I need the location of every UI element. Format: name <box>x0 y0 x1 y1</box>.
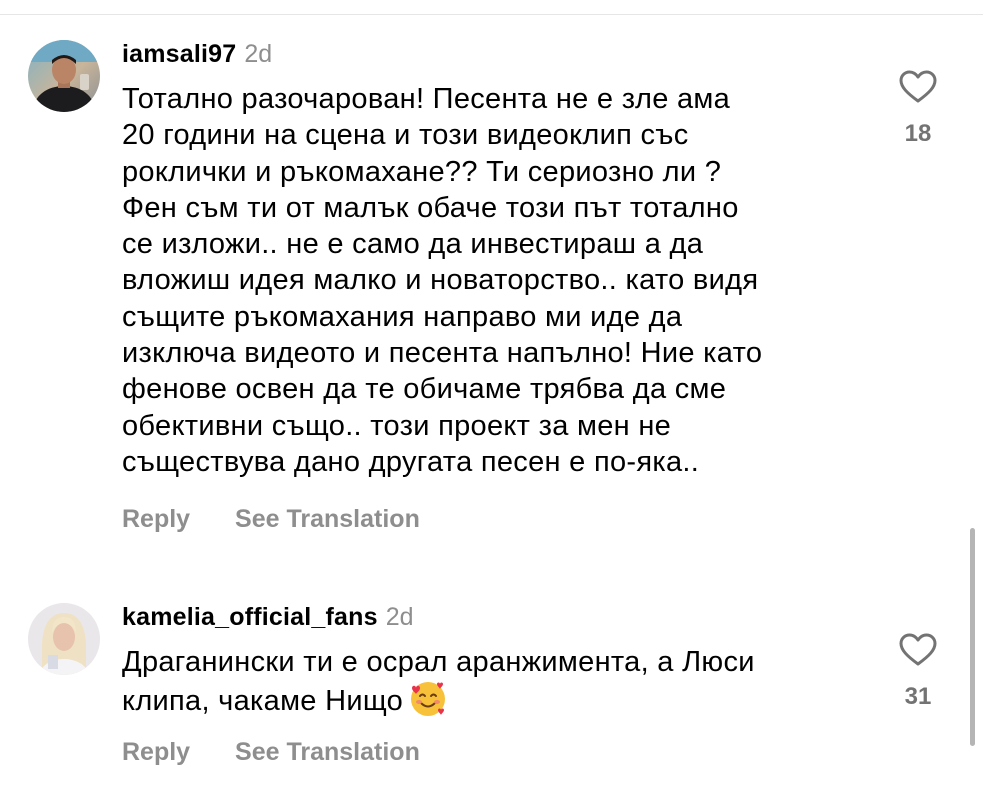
avatar[interactable] <box>28 603 100 675</box>
emoji-glyph <box>411 682 446 717</box>
comment-line: Тотално разочарован! Песента не е зле ам… <box>122 83 731 115</box>
comment-actions: Reply See Translation <box>122 504 420 534</box>
comment-line: вложиш идея малко и новаторство.. като в… <box>122 264 759 297</box>
comment-time: 2d <box>385 603 414 631</box>
smiling-face-with-hearts-icon <box>409 680 447 727</box>
comment-line: Фен съм ти от малък обаче този път тотал… <box>122 191 739 224</box>
avatar[interactable] <box>28 40 100 112</box>
heart-outline-icon[interactable] <box>899 633 937 667</box>
comment-line: рокли­чки и ръкомахане?? Ти сериозно ли … <box>122 155 722 188</box>
comment-line: клипа, чакаме Нищо <box>122 680 862 727</box>
comment-line: съществува дано другата песен е по-яка.. <box>122 445 700 478</box>
comment-time: 2d <box>244 40 273 68</box>
reply-button[interactable]: Reply <box>122 504 190 534</box>
comment-text: Тотално разочарован! Песента не е зле ам… <box>122 81 862 480</box>
comment-actions: Reply See Translation <box>122 737 420 767</box>
see-translation-button[interactable]: See Translation <box>235 504 420 534</box>
comment-line: фенове освен да те обичаме трябва да сме <box>122 373 727 406</box>
comment-line: същите ръкомахания направо ми иде да <box>122 300 683 333</box>
reply-button[interactable]: Reply <box>122 737 190 767</box>
username[interactable]: kamelia_official_fans <box>122 603 378 631</box>
comment-line: изключа видеото и песента напълно! Ние к… <box>122 337 763 370</box>
comment-line: 20 години на сцена и този видеоклип със <box>122 119 689 152</box>
like-control: 31 <box>888 633 948 711</box>
like-count: 31 <box>904 683 932 710</box>
username[interactable]: iamsali97 <box>122 40 236 68</box>
comment-text: Драганински ти е осрал аранжимента, а Лю… <box>122 644 862 728</box>
avatar-photo-man <box>28 40 100 112</box>
scrollbar[interactable] <box>970 528 975 746</box>
like-count: 18 <box>904 120 932 147</box>
heart-outline-icon[interactable] <box>899 70 937 104</box>
comment-header: iamsali97 2d <box>122 39 272 69</box>
comment-line: Драганински ти е осрал аранжимента, а Лю… <box>122 646 755 678</box>
avatar-photo-woman <box>28 603 100 675</box>
comment-line: се изложи.. не е само да инвестираш а да <box>122 228 704 261</box>
comment-line-text: клипа, чакаме Нищо <box>122 685 404 718</box>
top-divider <box>0 14 983 15</box>
like-control: 18 <box>888 70 948 148</box>
comment-header: kamelia_official_fans 2d <box>122 602 414 632</box>
comment-line: обективни също.. този проект за мен не <box>122 409 672 442</box>
see-translation-button[interactable]: See Translation <box>235 737 420 767</box>
